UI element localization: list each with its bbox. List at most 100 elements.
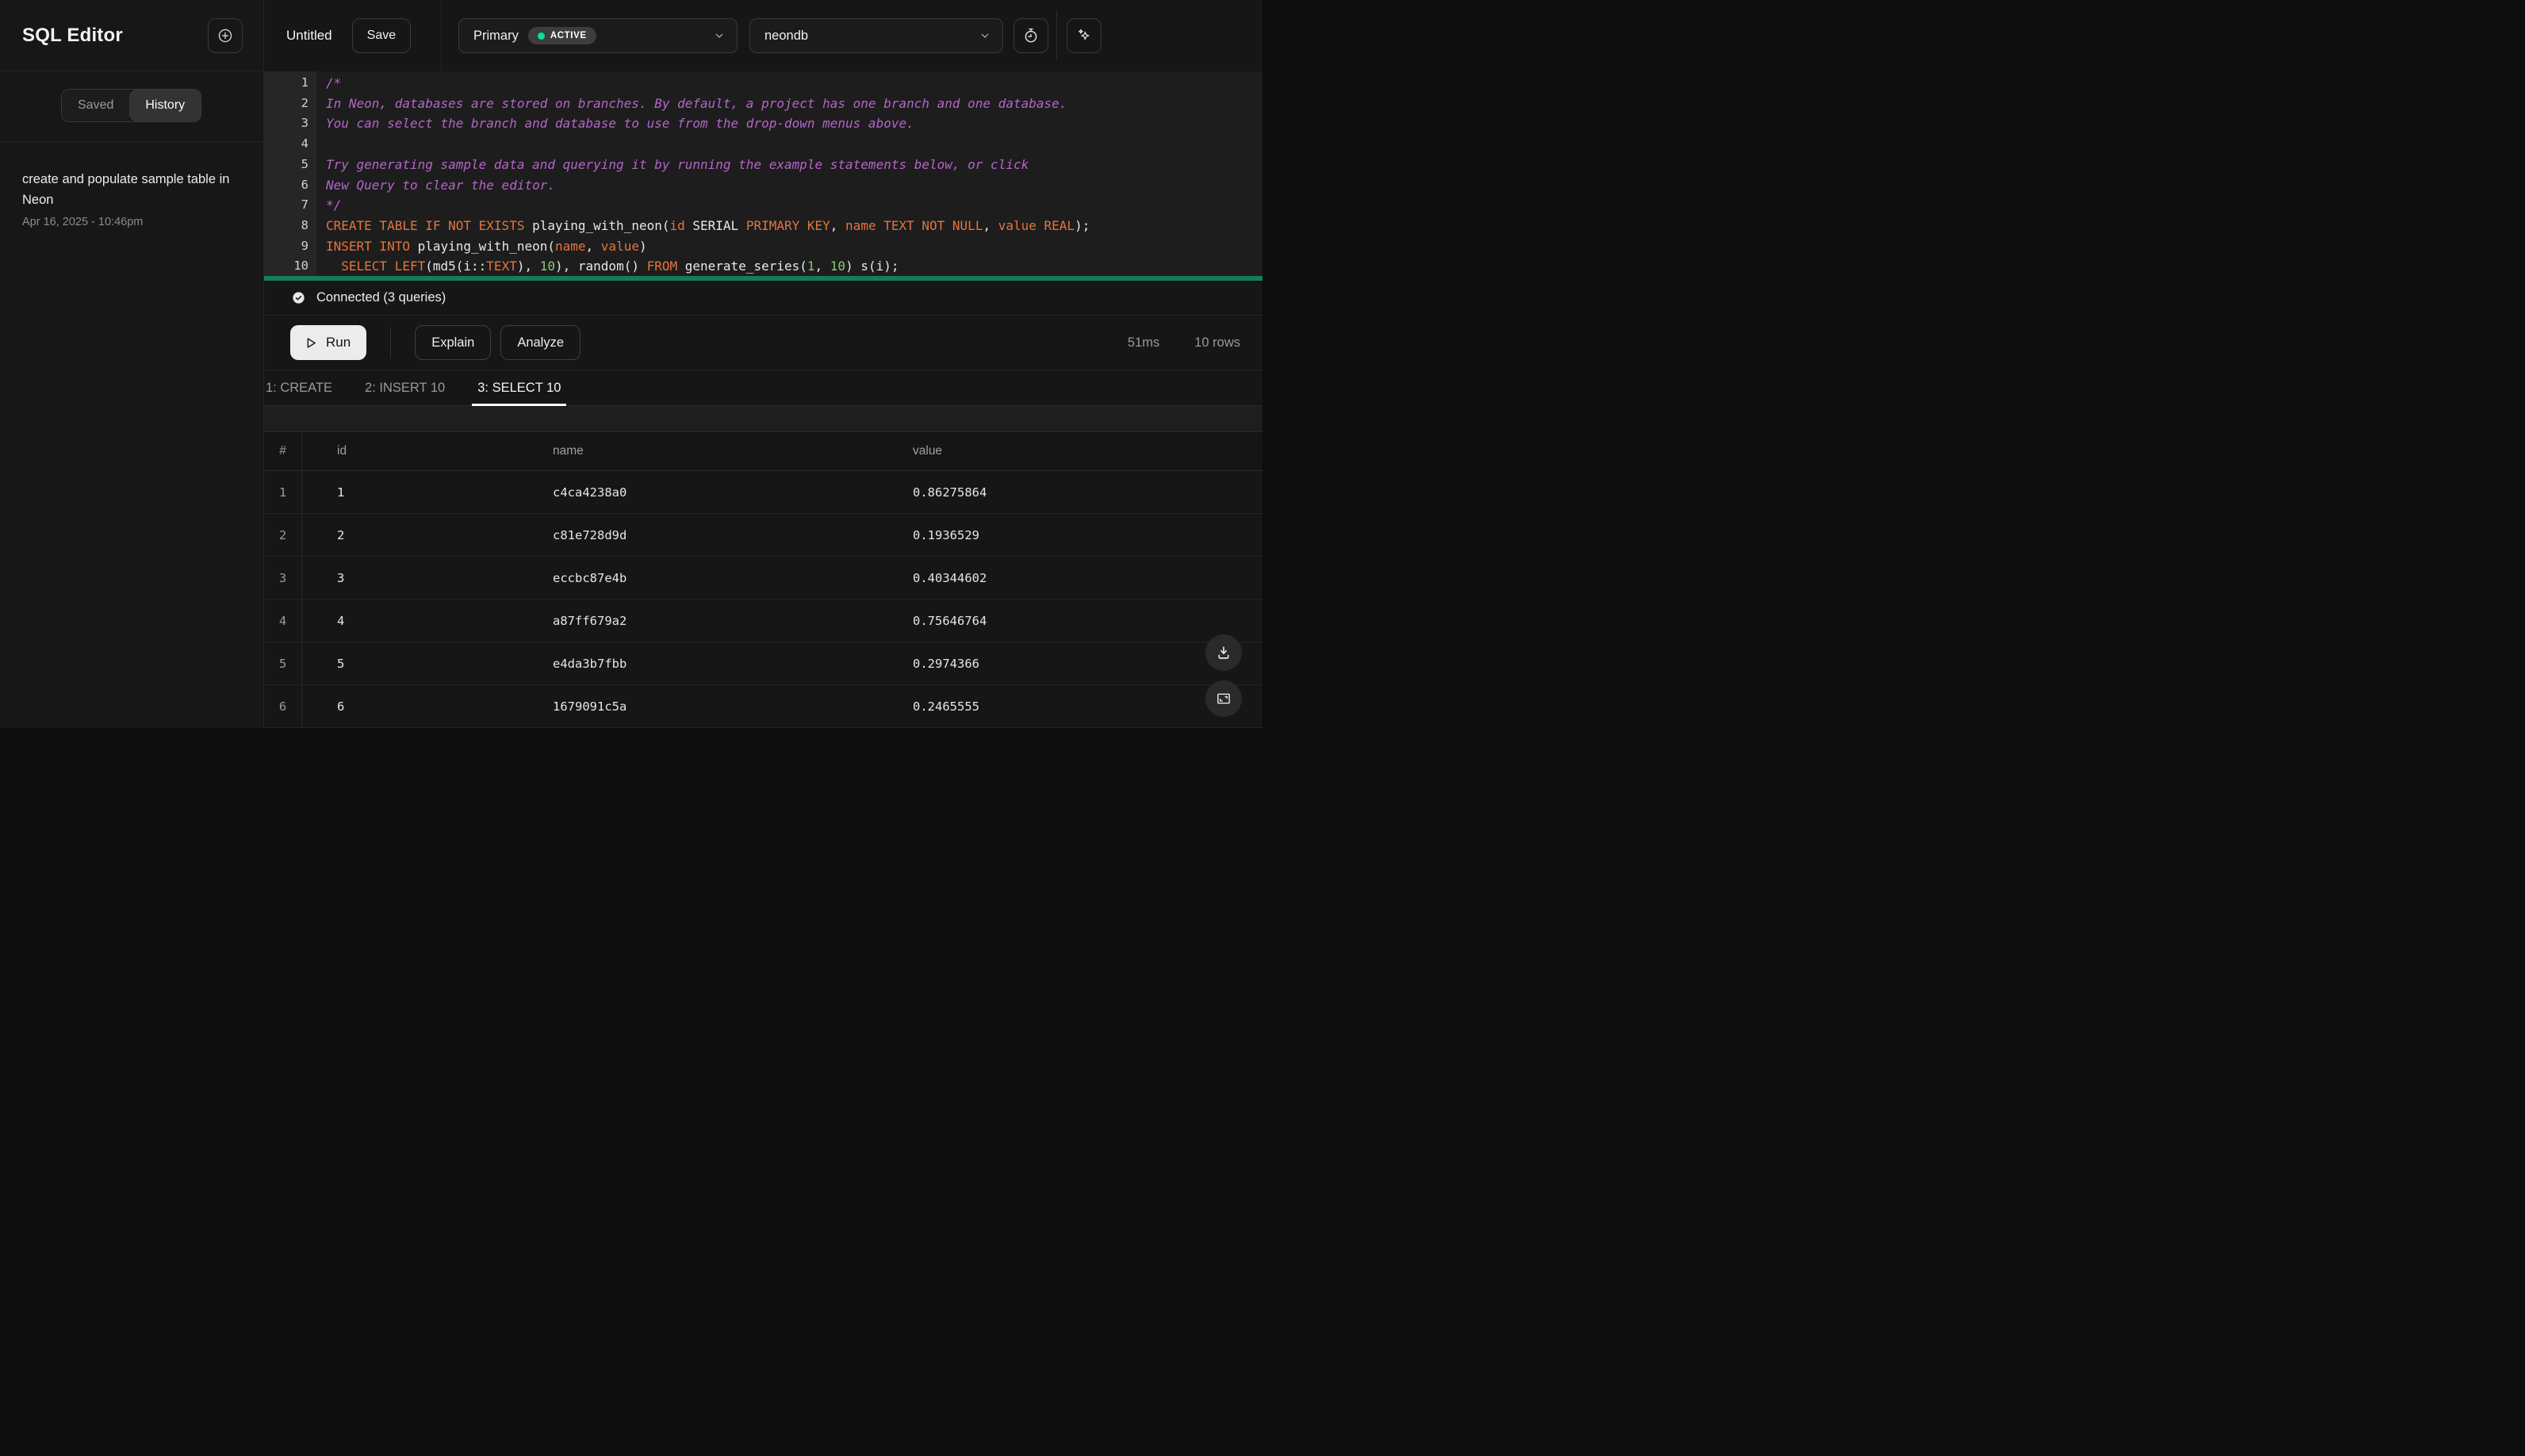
query-title: Untitled — [286, 28, 332, 43]
column-header-row-number: # — [264, 432, 302, 470]
table-row[interactable]: 4 4 a87ff679a2 0.75646764 — [264, 600, 1262, 642]
column-header-value: value — [913, 444, 943, 458]
column-header-id: id — [337, 444, 347, 458]
connection-status-label: Connected (3 queries) — [316, 290, 446, 305]
line-number: 3 — [301, 116, 308, 131]
sql-editor-app: SQL Editor Saved History create and popu… — [0, 0, 1262, 728]
code-line: In Neon, databases are stored on branche… — [326, 95, 1067, 111]
row-number-cell: 4 — [264, 600, 302, 642]
expand-results-button[interactable] — [1205, 680, 1242, 717]
analyze-button[interactable]: Analyze — [500, 325, 581, 360]
query-duration: 51ms — [1127, 335, 1160, 350]
code-editor[interactable]: 1 2 3 4 5 6 7 8 9 10 /* In Neon, databases are sto… — [264, 71, 1262, 276]
line-number: 5 — [301, 156, 308, 171]
table-row[interactable]: 1 1 c4ca4238a0 0.86275864 — [264, 471, 1262, 514]
query-header: Untitled Save — [264, 0, 442, 71]
code-line: You can select the branch and database t… — [326, 116, 914, 132]
cell-value: 0.1936529 — [913, 527, 979, 542]
tab-saved[interactable]: Saved — [62, 90, 130, 121]
row-number-cell: 3 — [264, 557, 302, 599]
code-line: /* — [326, 75, 342, 90]
chevron-down-icon — [981, 33, 989, 38]
line-number: 1 — [301, 75, 308, 90]
result-tabs: 1: CREATE 2: INSERT 10 3: SELECT 10 — [264, 370, 1262, 406]
query-history-timer-button[interactable] — [1013, 18, 1048, 53]
results-table-header: # id name value — [264, 432, 1262, 471]
row-number-cell: 6 — [264, 685, 302, 727]
sidebar: SQL Editor Saved History create and popu… — [0, 0, 264, 728]
database-select[interactable]: neondb — [749, 18, 1003, 53]
branch-name: Primary — [473, 28, 519, 43]
line-numbers: 1 2 3 4 5 6 7 8 9 10 — [264, 71, 316, 276]
main-area: Untitled Save Primary ACTIVE neondb 1 2 … — [264, 0, 1262, 728]
sidebar-tabs-row: Saved History — [0, 71, 263, 142]
column-header-name: name — [553, 444, 584, 458]
download-results-button[interactable] — [1205, 634, 1242, 671]
cell-name: e4da3b7fbb — [553, 656, 627, 671]
line-number: 9 — [301, 238, 308, 253]
line-number: 6 — [301, 177, 308, 192]
check-circle-icon — [293, 292, 305, 304]
topbar-divider — [1056, 10, 1057, 61]
code-line: Try generating sample data and querying … — [326, 156, 1029, 172]
line-number: 7 — [301, 197, 308, 213]
query-toolbar: Run Explain Analyze 51ms 10 rows — [264, 316, 1262, 370]
topbar: Untitled Save Primary ACTIVE neondb — [264, 0, 1262, 71]
table-row[interactable]: 3 3 eccbc87e4b 0.40344602 — [264, 557, 1262, 600]
history-item-timestamp: Apr 16, 2025 - 10:46pm — [22, 216, 144, 228]
branch-select[interactable]: Primary ACTIVE — [458, 18, 738, 53]
chevron-down-icon — [715, 33, 723, 38]
cell-id: 6 — [337, 699, 345, 714]
table-row[interactable]: 2 2 c81e728d9d 0.1936529 — [264, 514, 1262, 557]
tab-history[interactable]: History — [129, 90, 201, 121]
row-number-cell: 1 — [264, 471, 302, 513]
sparkles-icon — [1078, 29, 1090, 40]
database-name: neondb — [764, 28, 809, 43]
branch-status-badge: ACTIVE — [527, 27, 596, 44]
results-table-body: 1 1 c4ca4238a0 0.86275864 2 2 c81e728d9d 0.1936… — [264, 471, 1262, 728]
code-lines[interactable]: /* In Neon, databases are stored on branc… — [316, 71, 1262, 276]
run-button[interactable]: Run — [290, 325, 367, 360]
history-item[interactable]: create and populate sample table in Neon… — [0, 142, 263, 244]
cell-id: 2 — [337, 527, 345, 542]
cell-name: c4ca4238a0 — [553, 485, 627, 500]
explain-button[interactable]: Explain — [415, 325, 492, 360]
history-item-title: create and populate sample table in Neon — [22, 172, 230, 207]
result-tab-3-select-10[interactable]: 3: SELECT 10 — [472, 370, 567, 406]
results-gap-band — [264, 406, 1262, 432]
cell-id: 1 — [337, 485, 345, 500]
save-button[interactable]: Save — [351, 18, 412, 53]
table-row[interactable]: 6 6 1679091c5a 0.2465555 — [264, 685, 1262, 728]
code-line: CREATE TABLE IF NOT EXISTS playing_with_… — [326, 217, 1090, 233]
code-line: INSERT INTO playing_with_neon(name, valu… — [326, 238, 647, 254]
cell-value: 0.86275864 — [913, 485, 987, 500]
stopwatch-icon — [1025, 28, 1037, 43]
download-icon — [1218, 646, 1229, 659]
page-title: SQL Editor — [22, 24, 123, 46]
history-list: create and populate sample table in Neon… — [0, 142, 263, 728]
cell-id: 3 — [337, 570, 345, 585]
row-number-cell: 2 — [264, 514, 302, 556]
code-line: New Query to clear the editor. — [326, 177, 555, 193]
row-count: 10 rows — [1194, 335, 1240, 350]
sidebar-header: SQL Editor — [0, 0, 263, 71]
connection-statusbar: Connected (3 queries) — [264, 281, 1262, 316]
line-number: 4 — [301, 136, 308, 151]
saved-history-toggle: Saved History — [61, 89, 202, 122]
toolbar-divider — [390, 327, 392, 358]
fullscreen-icon — [1217, 693, 1230, 704]
code-line: SELECT LEFT(md5(i::TEXT), 10), random() … — [341, 259, 899, 274]
row-number-cell: 5 — [264, 642, 302, 684]
play-icon — [307, 337, 316, 348]
table-row[interactable]: 5 5 e4da3b7fbb 0.2974366 — [264, 642, 1262, 685]
branch-status-label: ACTIVE — [550, 31, 587, 40]
line-number: 8 — [301, 217, 308, 232]
new-query-button[interactable] — [208, 17, 243, 53]
result-tab-2-insert-10[interactable]: 2: INSERT 10 — [365, 370, 445, 405]
ai-assist-button[interactable] — [1067, 18, 1102, 53]
cell-id: 4 — [337, 613, 345, 628]
status-dot-icon — [537, 32, 545, 40]
run-button-label: Run — [326, 335, 351, 350]
result-tab-1-create[interactable]: 1: CREATE — [266, 370, 332, 405]
